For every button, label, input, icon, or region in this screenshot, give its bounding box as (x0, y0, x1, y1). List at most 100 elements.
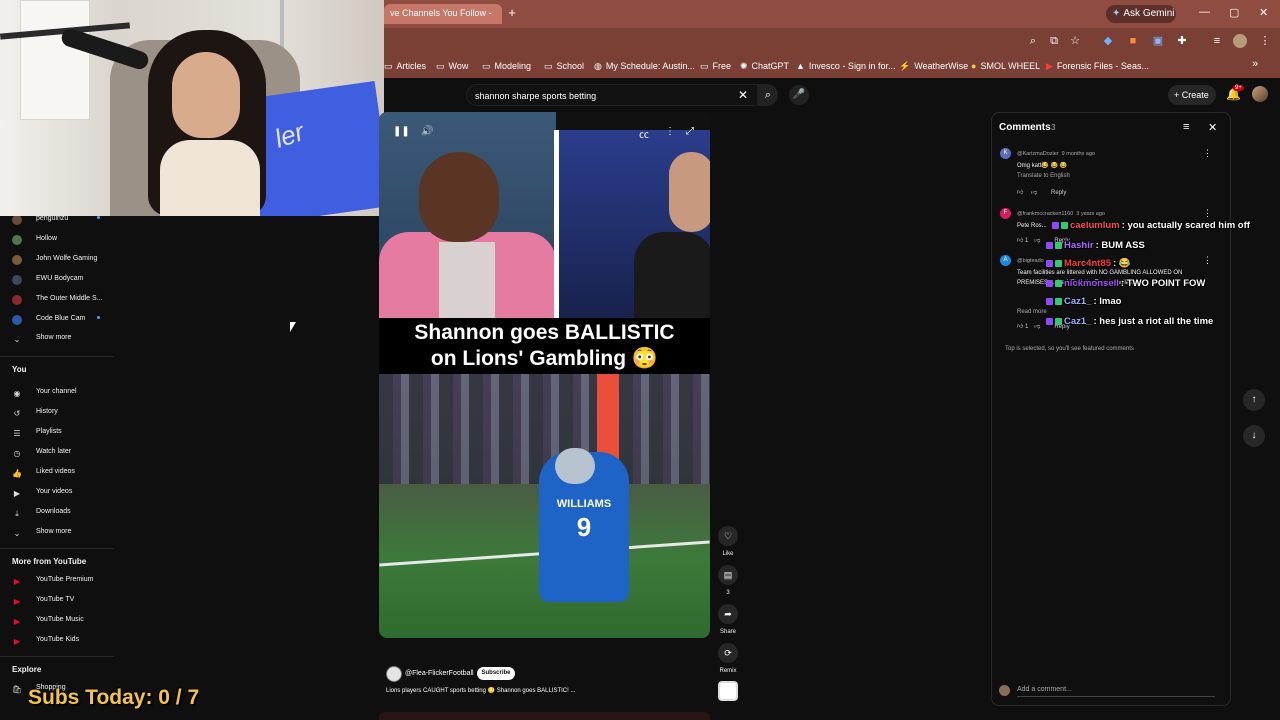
sidebar-item[interactable]: ▶ YouTube Premium (0, 572, 114, 590)
sidebar-subscription[interactable]: The Outer Middle S... (0, 291, 114, 309)
extension-icon[interactable]: ◆ (1101, 34, 1115, 48)
captions-icon[interactable]: ㏄ (639, 126, 649, 141)
bookmark-item[interactable]: ● SMOL WHEEL (971, 61, 1040, 71)
search-input[interactable]: shannon sharpe sports betting (466, 84, 758, 106)
pause-icon[interactable]: ❚❚ (393, 126, 410, 137)
short-video-player[interactable]: Shannon goes BALLISTIC on Lions' Gambling… (379, 112, 710, 638)
bookmark-star-icon[interactable]: ☆ (1068, 34, 1082, 48)
close-icon[interactable]: ✕ (1208, 121, 1217, 134)
sound-thumbnail[interactable] (718, 681, 738, 701)
thumb-down-icon[interactable]: 👎︎ (1031, 190, 1037, 196)
reply-button[interactable]: Reply (1051, 190, 1066, 196)
minimize-button[interactable]: — (1199, 6, 1210, 18)
search-icon[interactable]: ⌕ (1026, 34, 1040, 48)
browser-tab[interactable]: ve Channels You Follow - (384, 4, 502, 24)
channel-name[interactable]: @Flea-FlickerFootball (405, 670, 474, 677)
tab-search-icon[interactable]: ≡ (1210, 34, 1224, 48)
like-button[interactable]: ♡ (718, 526, 738, 546)
sidebar-item[interactable]: 👍 Liked videos (0, 464, 114, 482)
sidebar-item[interactable]: ▶ Your videos (0, 484, 114, 502)
comment-more-icon[interactable]: ⋮ (1203, 255, 1212, 266)
share-button[interactable]: ➦ (718, 604, 738, 624)
bookmark-item[interactable]: ⚡ WeatherWise (899, 61, 968, 72)
ask-gemini-button[interactable]: ✦ Ask Gemini (1106, 5, 1176, 23)
sidebar-subscription[interactable]: Hollow (0, 231, 114, 249)
sidebar-item[interactable]: ◷ Watch later (0, 444, 114, 462)
remix-button[interactable]: ⟳ (718, 643, 738, 663)
extension-icon[interactable]: ■ (1126, 34, 1140, 48)
cast-icon[interactable]: ⧉ (1047, 34, 1061, 48)
bookmark-item[interactable]: ▭ Wow (436, 61, 468, 72)
sidebar-subscription[interactable]: Code Blue Cam (0, 311, 114, 329)
comment-username[interactable]: @frankmccracken1160 (1017, 211, 1073, 217)
more-options-icon[interactable]: ⋮ (665, 126, 675, 137)
next-short-button[interactable]: ↓ (1243, 425, 1265, 447)
puzzle-icon[interactable]: ✚ (1175, 34, 1189, 48)
like-count: 1 (1024, 238, 1029, 244)
thumb-up-icon[interactable]: 👍︎ (1017, 190, 1025, 196)
voice-search-icon[interactable]: 🎤 (789, 85, 809, 105)
bookmark-item[interactable]: ▲ Invesco - Sign in for... (796, 61, 895, 71)
bookmark-item[interactable]: ◍ My Schedule: Austin... (594, 61, 695, 72)
profile-avatar-icon[interactable] (1233, 34, 1247, 48)
stream-chat-message: Caz1_: hes just a riot all the time (1046, 316, 1213, 327)
comment-username[interactable]: @KarizmaDozier (1017, 151, 1059, 157)
channel-avatar[interactable] (386, 666, 402, 682)
sort-icon[interactable]: ≡ (1183, 121, 1189, 133)
chat-username: Marc4nt85 (1064, 258, 1111, 269)
volume-icon[interactable]: 🔊 (421, 126, 433, 137)
ask-gemini-label: Ask Gemini (1123, 8, 1175, 19)
bookmark-item[interactable]: ▭ School (544, 61, 584, 72)
thumb-up-icon[interactable]: 👍︎ (1017, 324, 1025, 330)
bookmark-item[interactable]: ▶ Forensic Files - Seas... (1046, 61, 1149, 72)
commenter-avatar[interactable]: A (1000, 255, 1011, 266)
add-comment-input[interactable]: Add a comment... (1017, 686, 1215, 697)
sidebar-item[interactable]: ◉ Your channel (0, 384, 114, 402)
comment-more-icon[interactable]: ⋮ (1203, 208, 1212, 219)
comment-author[interactable]: @KarizmaDozier 9 months ago (1017, 151, 1095, 157)
comments-button[interactable]: ▤ (718, 565, 738, 585)
bookmark-item[interactable]: ▭ Free (700, 61, 731, 72)
sidebar-subscription[interactable]: John Wolfe Gaming (0, 251, 114, 269)
sidebar-item[interactable]: ⤓ Downloads (0, 504, 114, 522)
thumb-up-icon[interactable]: 👍︎ (1017, 238, 1025, 244)
clear-search-icon[interactable]: ✕ (738, 88, 748, 102)
subscribe-button[interactable]: Subscribe (477, 667, 515, 680)
account-avatar[interactable] (1252, 86, 1268, 102)
thumb-down-icon[interactable]: 👎︎ (1034, 238, 1040, 244)
next-short-preview[interactable] (379, 712, 710, 720)
commenter-avatar[interactable]: F (1000, 208, 1011, 219)
close-window-button[interactable]: ✕ (1259, 6, 1268, 19)
sidebar-subscription[interactable]: EWU Bodycam (0, 271, 114, 289)
commenter-avatar[interactable]: K (1000, 148, 1011, 159)
bookmark-item[interactable]: ✺ ChatGPT (740, 61, 789, 72)
kebab-menu-icon[interactable]: ⋮ (1258, 34, 1272, 48)
fullscreen-icon[interactable]: ⤢ (686, 126, 694, 137)
new-tab-button[interactable]: + (505, 6, 519, 20)
video-title[interactable]: Lions players CAUGHT sports betting 😳 Sh… (386, 687, 575, 694)
sidebar-item[interactable]: ▶ YouTube Music (0, 612, 114, 630)
stream-chat-message: Marc4nt85: 😂 (1046, 258, 1131, 269)
comment-author[interactable]: @bigteado (1017, 258, 1047, 264)
comment-username[interactable]: @bigteado (1017, 258, 1044, 264)
comment-author[interactable]: @frankmccracken1160 3 years ago (1017, 211, 1105, 217)
sidebar-item[interactable]: ↺ History (0, 404, 114, 422)
show-more-button[interactable]: ⌄ Show more (0, 524, 114, 542)
comment-link[interactable]: Read more (1017, 309, 1047, 315)
create-button[interactable]: + Create (1168, 85, 1216, 105)
bookmarks-overflow-button[interactable]: » (1252, 58, 1258, 70)
bookmark-item[interactable]: ▭ Modeling (482, 61, 531, 72)
comment-more-icon[interactable]: ⋮ (1203, 148, 1212, 159)
sidebar-item[interactable]: ▶ YouTube TV (0, 592, 114, 610)
sidebar-item[interactable]: ☰ Playlists (0, 424, 114, 442)
comment-time: 3 years ago (1076, 211, 1105, 217)
maximize-button[interactable]: ▢ (1229, 6, 1239, 19)
sidebar-item[interactable]: ▶ YouTube Kids (0, 632, 114, 650)
thumb-down-icon[interactable]: 👎︎ (1034, 324, 1040, 330)
section-heading-you[interactable]: You (12, 365, 27, 374)
bookmark-item[interactable]: ▭ Articles (384, 61, 426, 72)
show-more-button[interactable]: ⌄ Show more (0, 330, 114, 348)
comment-link[interactable]: Translate to English (1017, 173, 1070, 179)
previous-short-button[interactable]: ↑ (1243, 389, 1265, 411)
extension-icon[interactable]: ▣ (1151, 34, 1165, 48)
